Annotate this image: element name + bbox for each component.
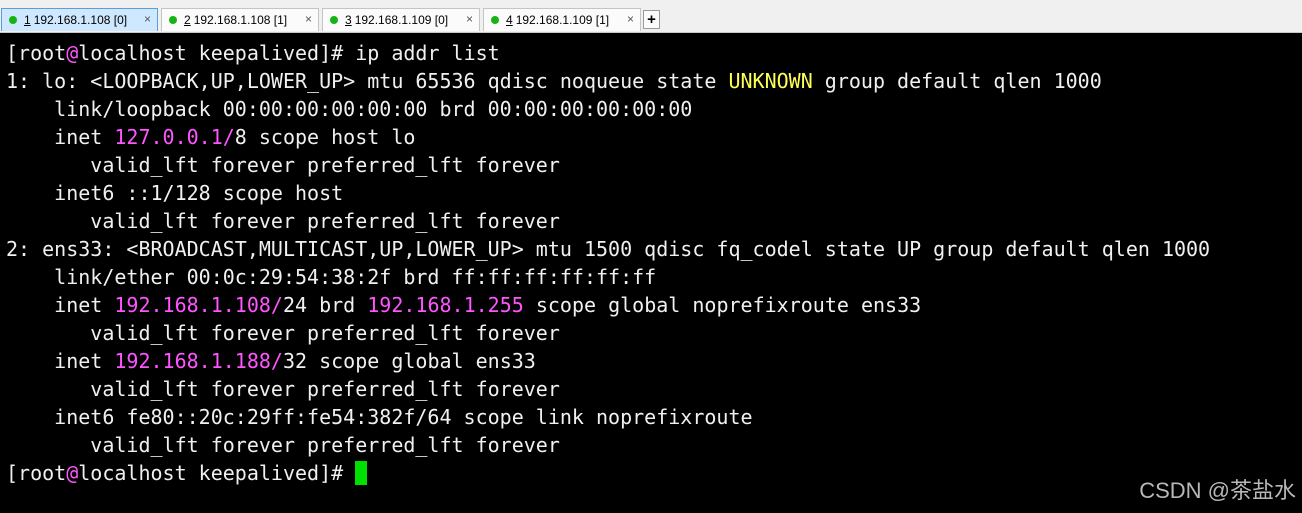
tab-label: 192.168.1.108 [0] [33,13,128,27]
terminal-line: inet6 ::1/128 scope host [6,179,1302,207]
output-text: inet [6,349,115,373]
session-tab-4[interactable]: 4 192.168.1.109 [1] × [483,8,641,31]
output-text: 1: lo: <LOOPBACK,UP,LOWER_UP> mtu 65536 … [6,69,729,93]
terminal-line: link/loopback 00:00:00:00:00:00 brd 00:0… [6,95,1302,123]
output-text: valid_lft forever preferred_lft forever [6,377,560,401]
prompt-host: localhost keepalived]# [78,41,356,65]
connected-status-icon [330,16,338,24]
new-tab-button[interactable]: + [643,10,660,29]
close-tab-icon[interactable]: × [627,12,634,26]
ip-address: 192.168.1.108/ [114,293,283,317]
terminal-line: valid_lft forever preferred_lft forever [6,431,1302,459]
terminal-line: [root@localhost keepalived]# [6,459,1302,487]
prompt-at: @ [66,461,79,485]
output-text: 2: ens33: <BROADCAST,MULTICAST,UP,LOWER_… [6,237,1211,261]
session-tab-1[interactable]: 1 192.168.1.108 [0] × [1,8,158,31]
state-unknown: UNKNOWN [728,69,813,93]
output-text: valid_lft forever preferred_lft forever [6,209,560,233]
output-text: 24 brd [282,293,368,317]
output-text: link/ether 00:0c:29:54:38:2f brd ff:ff:f… [6,265,657,289]
terminal-line: link/ether 00:0c:29:54:38:2f brd ff:ff:f… [6,263,1302,291]
command-text: ip addr list [355,41,500,65]
output-text: valid_lft forever preferred_lft forever [6,153,560,177]
terminal-line: valid_lft forever preferred_lft forever [6,207,1302,235]
output-text: valid_lft forever preferred_lft forever [6,433,560,457]
output-text: 8 scope host lo [234,125,416,149]
terminal-line: [root@localhost keepalived]# ip addr lis… [6,39,1302,67]
output-text: valid_lft forever preferred_lft forever [6,321,560,345]
prompt-user: [root [6,461,67,485]
close-tab-icon[interactable]: × [305,12,312,26]
output-text: inet6 ::1/128 scope host [6,181,344,205]
tab-label: 192.168.1.109 [1] [515,13,610,27]
terminal-line: inet 192.168.1.108/24 brd 192.168.1.255 … [6,291,1302,319]
tab-number: 1 [24,13,31,27]
output-text: inet [6,125,115,149]
connected-status-icon [491,16,499,24]
tab-number: 4 [506,13,513,27]
connected-status-icon [9,16,17,24]
output-text: link/loopback 00:00:00:00:00:00 brd 00:0… [6,97,693,121]
text-cursor [355,461,368,485]
terminal-line: inet6 fe80::20c:29ff:fe54:382f/64 scope … [6,403,1302,431]
prompt-host: localhost keepalived]# [78,461,356,485]
close-tab-icon[interactable]: × [144,12,151,26]
broadcast-address: 192.168.1.255 [367,293,524,317]
terminal-line: 1: lo: <LOOPBACK,UP,LOWER_UP> mtu 65536 … [6,67,1302,95]
output-text: 32 scope global ens33 [282,349,536,373]
terminal-output[interactable]: [root@localhost keepalived]# ip addr lis… [0,33,1302,513]
output-text: group default qlen 1000 [812,69,1102,93]
ip-address: 127.0.0.1/ [114,125,235,149]
watermark: CSDN @茶盐水 [1139,478,1296,503]
terminal-line: inet 192.168.1.188/32 scope global ens33 [6,347,1302,375]
terminal-line: valid_lft forever preferred_lft forever [6,151,1302,179]
tab-number: 3 [345,13,352,27]
session-tab-bar: 1 192.168.1.108 [0] × 2 192.168.1.108 [1… [0,0,1302,33]
prompt-user: [root [6,41,67,65]
output-text: inet [6,293,115,317]
connected-status-icon [169,16,177,24]
tab-label: 192.168.1.109 [0] [354,13,449,27]
tab-number: 2 [184,13,191,27]
terminal-line: 2: ens33: <BROADCAST,MULTICAST,UP,LOWER_… [6,235,1302,263]
session-tab-2[interactable]: 2 192.168.1.108 [1] × [161,8,319,31]
terminal-line: inet 127.0.0.1/8 scope host lo [6,123,1302,151]
terminal-line: valid_lft forever preferred_lft forever [6,375,1302,403]
session-tab-3[interactable]: 3 192.168.1.109 [0] × [322,8,480,31]
prompt-at: @ [66,41,79,65]
terminal-line: valid_lft forever preferred_lft forever [6,319,1302,347]
output-text: inet6 fe80::20c:29ff:fe54:382f/64 scope … [6,405,753,429]
output-text: scope global noprefixroute ens33 [523,293,922,317]
ip-address: 192.168.1.188/ [114,349,283,373]
close-tab-icon[interactable]: × [466,12,473,26]
tab-label: 192.168.1.108 [1] [193,13,288,27]
